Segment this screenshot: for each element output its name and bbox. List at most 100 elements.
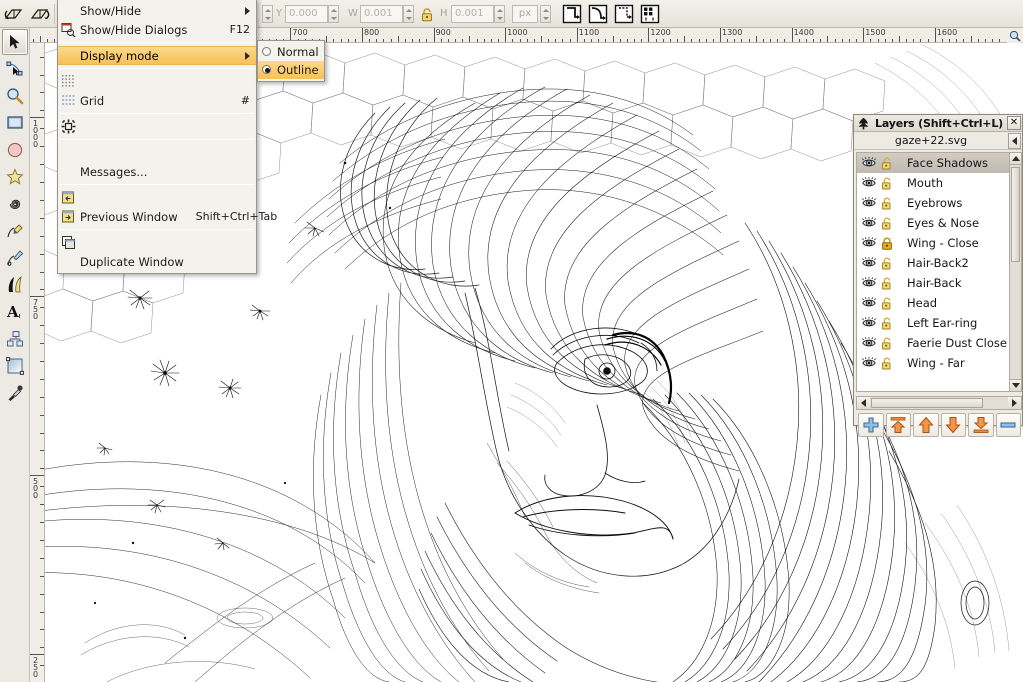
layers-dialog-titlebar[interactable]: Layers (Shift+Ctrl+L) ✕ bbox=[854, 115, 1022, 132]
layer-lock-toggle[interactable] bbox=[878, 177, 896, 190]
object-to-path-button[interactable] bbox=[560, 2, 584, 26]
layer-visibility-toggle[interactable] bbox=[860, 157, 878, 169]
hscroll-trough[interactable] bbox=[870, 397, 1008, 409]
layer-lock-toggle[interactable] bbox=[878, 237, 896, 250]
layers-list[interactable]: Face Shadows Mouth Eyebrows bbox=[856, 152, 1009, 392]
ruler-zoom-icon[interactable] bbox=[1007, 28, 1022, 43]
layer-lock-toggle[interactable] bbox=[878, 277, 896, 290]
tool-palette[interactable]: A bbox=[0, 28, 30, 682]
scroll-thumb[interactable] bbox=[1011, 167, 1020, 262]
layer-visibility-toggle[interactable] bbox=[860, 217, 878, 229]
raise-layer-button[interactable] bbox=[913, 413, 939, 437]
y-field[interactable]: 0.000 bbox=[285, 5, 328, 23]
layer-visibility-toggle[interactable] bbox=[860, 337, 878, 349]
rectangle-tool[interactable] bbox=[2, 110, 28, 136]
layer-visibility-toggle[interactable] bbox=[860, 317, 878, 329]
layer-visibility-toggle[interactable] bbox=[860, 277, 878, 289]
menu-item-grid[interactable] bbox=[58, 72, 256, 91]
bezier-tool[interactable] bbox=[2, 245, 28, 271]
menu-item-show-hide-dialogs[interactable]: Show/Hide Dialogs F12 bbox=[58, 20, 256, 39]
new-layer-button[interactable] bbox=[858, 413, 884, 437]
y-spinner[interactable] bbox=[328, 5, 339, 23]
vertical-ruler[interactable]: 1000750500250 bbox=[30, 43, 45, 682]
layer-row[interactable]: Left Ear-ring bbox=[857, 313, 1009, 333]
menu-item-display-mode[interactable]: Display mode bbox=[58, 46, 256, 65]
display-mode-outline[interactable]: Outline bbox=[258, 61, 324, 79]
zoom-tool[interactable] bbox=[2, 83, 28, 109]
menu-item-next-window[interactable]: Previous Window Shift+Ctrl+Tab bbox=[58, 207, 256, 226]
scroll-trough[interactable] bbox=[1010, 165, 1021, 379]
flow-text-button[interactable] bbox=[612, 2, 636, 26]
menu-item-show-hide[interactable]: Show/Hide bbox=[58, 1, 256, 20]
layers-button-bar[interactable] bbox=[858, 413, 1021, 439]
scroll-down-button[interactable] bbox=[1010, 379, 1021, 391]
display-mode-normal[interactable]: Normal bbox=[258, 43, 324, 61]
menu-item-messages[interactable] bbox=[58, 143, 256, 162]
layer-row[interactable]: Eyes & Nose bbox=[857, 213, 1009, 233]
display-mode-submenu[interactable]: Normal Outline bbox=[257, 40, 325, 82]
h-spinner[interactable] bbox=[494, 5, 505, 23]
spiral-tool[interactable] bbox=[2, 191, 28, 217]
layer-visibility-toggle[interactable] bbox=[860, 257, 878, 269]
layer-visibility-toggle[interactable] bbox=[860, 197, 878, 209]
scroll-up-button[interactable] bbox=[1010, 153, 1021, 165]
lock-ratio-button[interactable] bbox=[418, 2, 436, 26]
text-tool[interactable]: A bbox=[2, 299, 28, 325]
connector-tool[interactable] bbox=[2, 326, 28, 352]
close-icon[interactable]: ✕ bbox=[1007, 116, 1021, 130]
delete-layer-button[interactable] bbox=[996, 413, 1022, 437]
w-spinner[interactable] bbox=[403, 5, 414, 23]
lower-to-bottom-button[interactable] bbox=[968, 413, 994, 437]
layer-row[interactable]: Hair-Back bbox=[857, 273, 1009, 293]
layer-row[interactable]: Wing - Far bbox=[857, 353, 1009, 373]
ellipse-tool[interactable] bbox=[2, 137, 28, 163]
layer-row[interactable]: Mouth bbox=[857, 173, 1009, 193]
menu-item-icon-preview[interactable]: Duplicate Window bbox=[58, 252, 256, 271]
layer-row[interactable]: Head bbox=[857, 293, 1009, 313]
grid-arrange-button[interactable] bbox=[638, 2, 662, 26]
node-tool[interactable] bbox=[2, 56, 28, 82]
layer-lock-toggle[interactable] bbox=[878, 357, 896, 370]
view-menu[interactable]: Show/Hide Show/Hide Dialogs F12 Display … bbox=[57, 0, 257, 274]
menu-item-fullscreen[interactable] bbox=[58, 117, 256, 136]
selector-tool[interactable] bbox=[2, 29, 28, 55]
menu-item-guides[interactable]: Grid # bbox=[58, 91, 256, 110]
layer-lock-toggle[interactable] bbox=[878, 337, 896, 350]
collapse-panel-button[interactable] bbox=[1008, 133, 1021, 149]
h-field[interactable]: 0.001 bbox=[451, 5, 494, 23]
star-tool[interactable] bbox=[2, 164, 28, 190]
layer-visibility-toggle[interactable] bbox=[860, 177, 878, 189]
rotate-cw-button[interactable] bbox=[28, 2, 52, 26]
calligraphy-tool[interactable] bbox=[2, 272, 28, 298]
layer-row[interactable]: Faerie Dust Close bbox=[857, 333, 1009, 353]
layers-vertical-scrollbar[interactable] bbox=[1009, 152, 1022, 392]
w-field[interactable]: 0.001 bbox=[360, 5, 403, 23]
menu-item-duplicate-window[interactable] bbox=[58, 233, 256, 252]
raise-to-top-button[interactable] bbox=[886, 413, 912, 437]
layer-lock-toggle[interactable] bbox=[878, 197, 896, 210]
layer-lock-toggle[interactable] bbox=[878, 157, 896, 170]
dropper-tool[interactable] bbox=[2, 380, 28, 406]
layer-lock-toggle[interactable] bbox=[878, 317, 896, 330]
layers-dialog[interactable]: Layers (Shift+Ctrl+L) ✕ gaze+22.svg Face… bbox=[853, 114, 1023, 426]
layers-horizontal-scrollbar[interactable] bbox=[856, 396, 1022, 410]
layer-visibility-toggle[interactable] bbox=[860, 357, 878, 369]
unit-select[interactable]: px bbox=[512, 5, 538, 23]
menu-item-previous-window[interactable] bbox=[58, 188, 256, 207]
stroke-to-path-button[interactable] bbox=[586, 2, 610, 26]
unit-spinner[interactable] bbox=[540, 5, 551, 23]
layer-row[interactable]: Eyebrows bbox=[857, 193, 1009, 213]
layer-row[interactable]: Face Shadows bbox=[857, 153, 1009, 173]
hscroll-thumb[interactable] bbox=[871, 398, 983, 408]
layer-lock-toggle[interactable] bbox=[878, 257, 896, 270]
layer-lock-toggle[interactable] bbox=[878, 217, 896, 230]
pencil-tool[interactable] bbox=[2, 218, 28, 244]
layer-row[interactable]: Wing - Close bbox=[857, 233, 1009, 253]
gradient-tool[interactable] bbox=[2, 353, 28, 379]
x-spinner[interactable] bbox=[262, 5, 273, 23]
layer-row[interactable]: Hair-Back2 bbox=[857, 253, 1009, 273]
layer-visibility-toggle[interactable] bbox=[860, 237, 878, 249]
rotate-ccw-button[interactable] bbox=[2, 2, 26, 26]
scroll-left-button[interactable] bbox=[857, 397, 870, 409]
layer-visibility-toggle[interactable] bbox=[860, 297, 878, 309]
